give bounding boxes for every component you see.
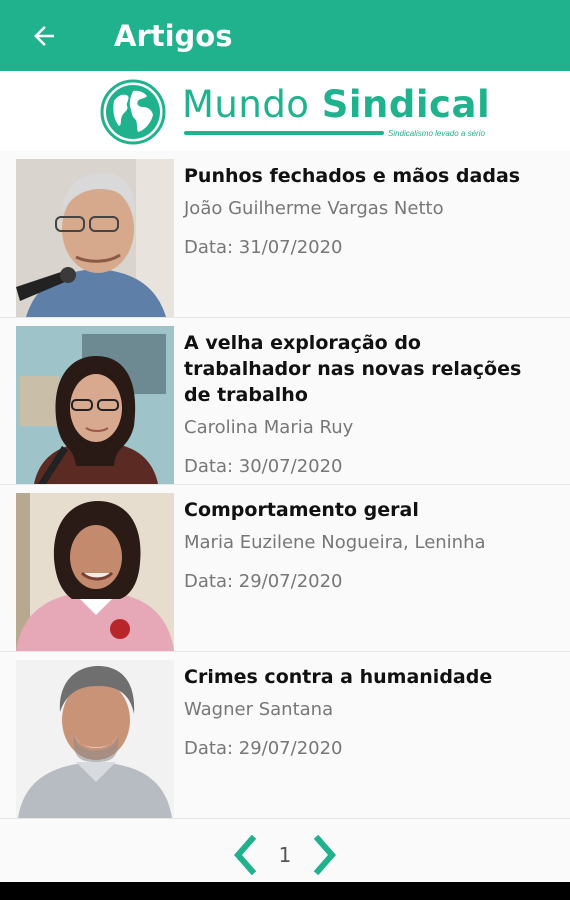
system-navigation-bar [0, 882, 570, 900]
article-text: A velha exploração do trabalhador nas no… [184, 330, 554, 479]
article-text: Crimes contra a humanidade Wagner Santan… [184, 664, 554, 761]
globe-icon [100, 79, 166, 145]
article-date: Data: 31/07/2020 [184, 237, 343, 258]
arrow-left-icon [34, 25, 54, 46]
article-item[interactable]: Crimes contra a humanidade Wagner Santan… [0, 652, 570, 819]
mundo-sindical-logo: Mundo Sindical Sindicalismo levado a sér… [100, 79, 490, 145]
article-text: Comportamento geral Maria Euzilene Nogue… [184, 497, 554, 594]
article-title: Punhos fechados e mãos dadas [184, 165, 521, 187]
logo-tagline: Sindicalismo levado a sério [388, 129, 485, 138]
article-thumbnail [16, 660, 174, 818]
next-page-button[interactable] [307, 833, 343, 877]
article-thumbnail [16, 493, 174, 651]
article-author: Maria Euzilene Nogueira, Leninha [184, 532, 486, 553]
articles-list: Punhos fechados e mãos dadas João Guilhe… [0, 151, 570, 819]
article-title: Comportamento geral [184, 499, 419, 521]
app-bar: Artigos [0, 0, 570, 71]
article-thumbnail [16, 326, 174, 484]
back-button[interactable] [14, 8, 74, 64]
author-photo [16, 159, 174, 317]
article-title: Crimes contra a humanidade [184, 666, 493, 688]
chevron-left-icon [234, 835, 257, 875]
author-photo [16, 326, 174, 484]
article-title: A velha exploração do trabalhador nas no… [184, 332, 522, 406]
article-item[interactable]: Punhos fechados e mãos dadas João Guilhe… [0, 151, 570, 318]
article-text: Punhos fechados e mãos dadas João Guilhe… [184, 163, 554, 260]
logo-word-mundo: Mundo [182, 83, 310, 126]
author-photo [16, 660, 174, 818]
article-date: Data: 29/07/2020 [184, 738, 343, 759]
article-date: Data: 29/07/2020 [184, 571, 343, 592]
current-page-number: 1 [278, 843, 292, 867]
author-photo [16, 493, 174, 651]
previous-page-button[interactable] [227, 833, 263, 877]
article-author: João Guilherme Vargas Netto [184, 198, 444, 219]
article-item[interactable]: A velha exploração do trabalhador nas no… [0, 318, 570, 485]
page-title: Artigos [114, 18, 233, 53]
logo-underline [184, 131, 384, 135]
chevron-right-icon [313, 835, 336, 875]
article-date: Data: 30/07/2020 [184, 456, 343, 477]
article-item[interactable]: Comportamento geral Maria Euzilene Nogue… [0, 485, 570, 652]
article-author: Wagner Santana [184, 699, 334, 720]
logo-wordmark: Mundo Sindical [182, 83, 490, 126]
logo-banner: Mundo Sindical Sindicalismo levado a sér… [0, 71, 570, 151]
logo-word-sindical: Sindical [321, 83, 491, 126]
article-thumbnail [16, 159, 174, 317]
pagination: 1 [0, 830, 570, 880]
article-author: Carolina Maria Ruy [184, 417, 354, 438]
